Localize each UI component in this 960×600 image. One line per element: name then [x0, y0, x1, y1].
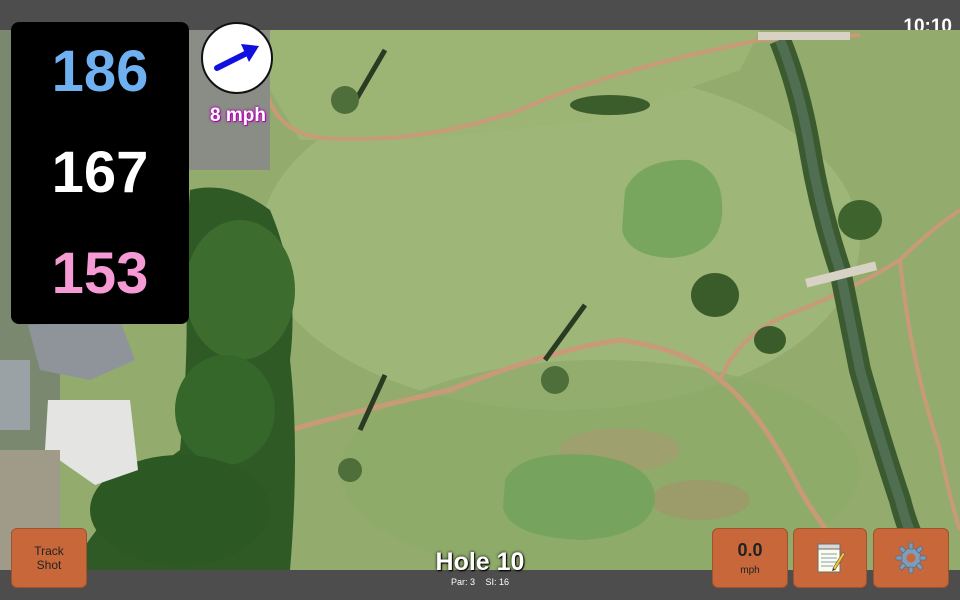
distance-back: 186 — [51, 39, 149, 105]
speed-value: 0.0 — [737, 540, 763, 560]
hole-info: Par: 3 SI: 16 — [380, 577, 580, 587]
hole-title: Hole 10 — [435, 548, 525, 576]
wind-indicator[interactable] — [201, 22, 273, 94]
distance-front: 153 — [51, 240, 149, 306]
hole-par: Par: 3 — [450, 577, 475, 587]
track-shot-button[interactable]: Track Shot — [11, 528, 87, 588]
scorecard-button[interactable] — [793, 528, 867, 588]
notepad-icon — [817, 543, 845, 573]
gear-icon — [895, 542, 927, 574]
wind-speed-label: 8 mph — [210, 105, 266, 126]
speed-button[interactable]: 0.0 mph — [712, 528, 788, 588]
distance-center: 167 — [51, 139, 149, 205]
speed-unit: mph — [740, 565, 760, 576]
hole-stroke-index: SI: 16 — [485, 577, 510, 587]
track-shot-label: Track Shot — [34, 544, 64, 572]
distance-panel: 186 167 153 — [11, 22, 189, 324]
settings-button[interactable] — [873, 528, 949, 588]
wind-arrow-icon — [214, 44, 259, 71]
